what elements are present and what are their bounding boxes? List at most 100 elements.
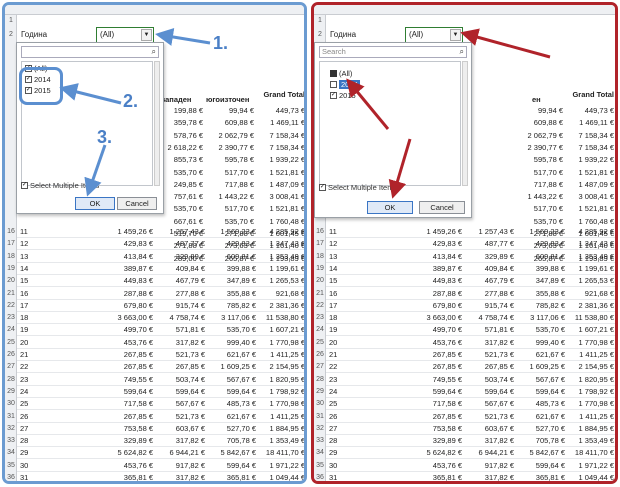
table-cell[interactable]: 1 607,21 € xyxy=(566,324,614,336)
table-cell[interactable]: 485,73 € xyxy=(206,398,256,410)
table-cell[interactable]: 18 xyxy=(329,312,384,324)
table-cell[interactable]: 4 285,92 € xyxy=(566,226,614,238)
table-cell[interactable]: 749,55 € xyxy=(384,374,462,386)
table-cell[interactable]: 1 770,98 € xyxy=(566,398,614,410)
table-cell[interactable]: 16 xyxy=(329,288,384,300)
table-cell[interactable]: 1 265,53 € xyxy=(566,275,614,287)
table-cell[interactable]: 487,77 € xyxy=(155,238,205,250)
table-cell[interactable]: 999,40 € xyxy=(206,337,256,349)
table-cell[interactable]: 317,82 € xyxy=(155,472,205,481)
cancel-button[interactable]: Cancel xyxy=(419,201,465,214)
table-cell[interactable]: 11 xyxy=(329,226,384,238)
table-cell[interactable]: 14 xyxy=(329,263,384,275)
table-cell[interactable]: 621,67 € xyxy=(515,349,565,361)
table-cell[interactable]: 19 xyxy=(329,324,384,336)
table-cell[interactable]: 267,85 € xyxy=(75,361,153,373)
table-cell[interactable]: 1 569,23 € xyxy=(515,226,565,238)
table-cell[interactable]: 18 411,70 € xyxy=(566,447,614,459)
checkbox-icon[interactable] xyxy=(330,80,337,88)
table-cell[interactable]: 28 xyxy=(20,435,75,447)
table-cell[interactable]: 277,88 € xyxy=(464,288,514,300)
table-cell[interactable]: 19 xyxy=(20,324,75,336)
table-cell[interactable]: 1 459,26 € xyxy=(384,226,462,238)
table-cell[interactable]: 1 798,92 € xyxy=(257,386,304,398)
table-cell[interactable]: 23 xyxy=(20,374,75,386)
table-cell[interactable]: 29 xyxy=(329,447,384,459)
checkbox-icon[interactable]: ✓ xyxy=(330,91,337,99)
table-cell[interactable]: 365,81 € xyxy=(515,472,565,481)
list-item[interactable]: (All) xyxy=(330,69,352,79)
table-cell[interactable]: 413,84 € xyxy=(384,251,462,263)
table-cell[interactable]: 1 265,53 € xyxy=(257,275,304,287)
table-cell[interactable]: 18 411,70 € xyxy=(257,447,304,459)
table-cell[interactable]: 1 353,49 € xyxy=(566,435,614,447)
table-cell[interactable]: 29 xyxy=(20,447,75,459)
table-cell[interactable]: 1 770,98 € xyxy=(566,337,614,349)
table-cell[interactable]: 917,82 € xyxy=(464,460,514,472)
table-cell[interactable]: 13 xyxy=(329,251,384,263)
table-cell[interactable]: 487,77 € xyxy=(464,238,514,250)
table-cell[interactable]: 567,67 € xyxy=(464,398,514,410)
table-cell[interactable]: 921,68 € xyxy=(257,288,304,300)
table-cell[interactable]: 449,83 € xyxy=(75,275,153,287)
table-cell[interactable]: 571,81 € xyxy=(155,324,205,336)
table-cell[interactable]: 277,88 € xyxy=(155,288,205,300)
table-cell[interactable]: 317,82 € xyxy=(464,435,514,447)
ok-button[interactable]: OK xyxy=(75,197,115,210)
table-cell[interactable]: 521,73 € xyxy=(155,411,205,423)
table-cell[interactable]: 399,88 € xyxy=(206,263,256,275)
table-cell[interactable]: 1 884,95 € xyxy=(257,423,304,435)
table-cell[interactable]: 267,85 € xyxy=(155,361,205,373)
table-cell[interactable]: 11 538,80 € xyxy=(257,312,304,324)
table-cell[interactable]: 287,88 € xyxy=(75,288,153,300)
table-cell[interactable]: 3 663,00 € xyxy=(384,312,462,324)
table-cell[interactable]: 5 624,82 € xyxy=(384,447,462,459)
table-cell[interactable]: 785,82 € xyxy=(206,300,256,312)
table-cell[interactable]: 4 758,74 € xyxy=(464,312,514,324)
table-cell[interactable]: 317,82 € xyxy=(155,435,205,447)
table-cell[interactable]: 429,83 € xyxy=(75,238,153,250)
table-cell[interactable]: 599,64 € xyxy=(384,386,462,398)
table-cell[interactable]: 2 381,36 € xyxy=(257,300,304,312)
table-cell[interactable]: 409,84 € xyxy=(464,263,514,275)
table-cell[interactable]: 12 xyxy=(20,238,75,250)
table-cell[interactable]: 1 257,43 € xyxy=(155,226,205,238)
table-cell[interactable]: 915,74 € xyxy=(155,300,205,312)
search-input[interactable]: ⌕ xyxy=(21,46,159,58)
table-cell[interactable]: 355,88 € xyxy=(515,288,565,300)
table-cell[interactable]: 30 xyxy=(329,460,384,472)
dropdown-arrow-icon[interactable]: ▼ xyxy=(141,29,152,41)
table-cell[interactable]: 3 117,06 € xyxy=(206,312,256,324)
table-cell[interactable]: 17 xyxy=(20,300,75,312)
checkbox-icon[interactable] xyxy=(330,69,337,77)
filter-field[interactable]: (All) ▼ xyxy=(96,27,154,43)
cancel-button[interactable]: Cancel xyxy=(117,197,157,210)
table-cell[interactable]: 599,64 € xyxy=(515,386,565,398)
table-cell[interactable]: 467,79 € xyxy=(464,275,514,287)
table-cell[interactable]: 521,73 € xyxy=(464,411,514,423)
table-cell[interactable]: 317,82 € xyxy=(155,337,205,349)
table-cell[interactable]: 503,74 € xyxy=(464,374,514,386)
table-cell[interactable]: 355,88 € xyxy=(206,288,256,300)
table-cell[interactable]: 599,64 € xyxy=(75,386,153,398)
table-cell[interactable]: 1 411,25 € xyxy=(566,349,614,361)
table-cell[interactable]: 1 049,44 € xyxy=(566,472,614,481)
table-cell[interactable]: 27 xyxy=(329,423,384,435)
table-cell[interactable]: 1 411,25 € xyxy=(257,411,304,423)
table-cell[interactable]: 621,67 € xyxy=(515,411,565,423)
table-cell[interactable]: 329,89 € xyxy=(75,435,153,447)
table-cell[interactable]: 329,89 € xyxy=(384,435,462,447)
table-cell[interactable]: 449,83 € xyxy=(384,275,462,287)
table-cell[interactable]: 571,81 € xyxy=(464,324,514,336)
table-cell[interactable]: 921,68 € xyxy=(566,288,614,300)
table-cell[interactable]: 429,83 € xyxy=(384,238,462,250)
table-cell[interactable]: 599,64 € xyxy=(155,386,205,398)
table-cell[interactable]: 717,58 € xyxy=(75,398,153,410)
table-cell[interactable]: 1 569,23 € xyxy=(206,226,256,238)
table-cell[interactable]: 21 xyxy=(20,349,75,361)
table-cell[interactable]: 329,89 € xyxy=(464,251,514,263)
select-multiple-option[interactable]: ✓ Select Multiple Items xyxy=(21,181,99,190)
table-cell[interactable]: 485,73 € xyxy=(515,398,565,410)
table-cell[interactable]: 6 944,21 € xyxy=(155,447,205,459)
table-cell[interactable]: 21 xyxy=(329,349,384,361)
